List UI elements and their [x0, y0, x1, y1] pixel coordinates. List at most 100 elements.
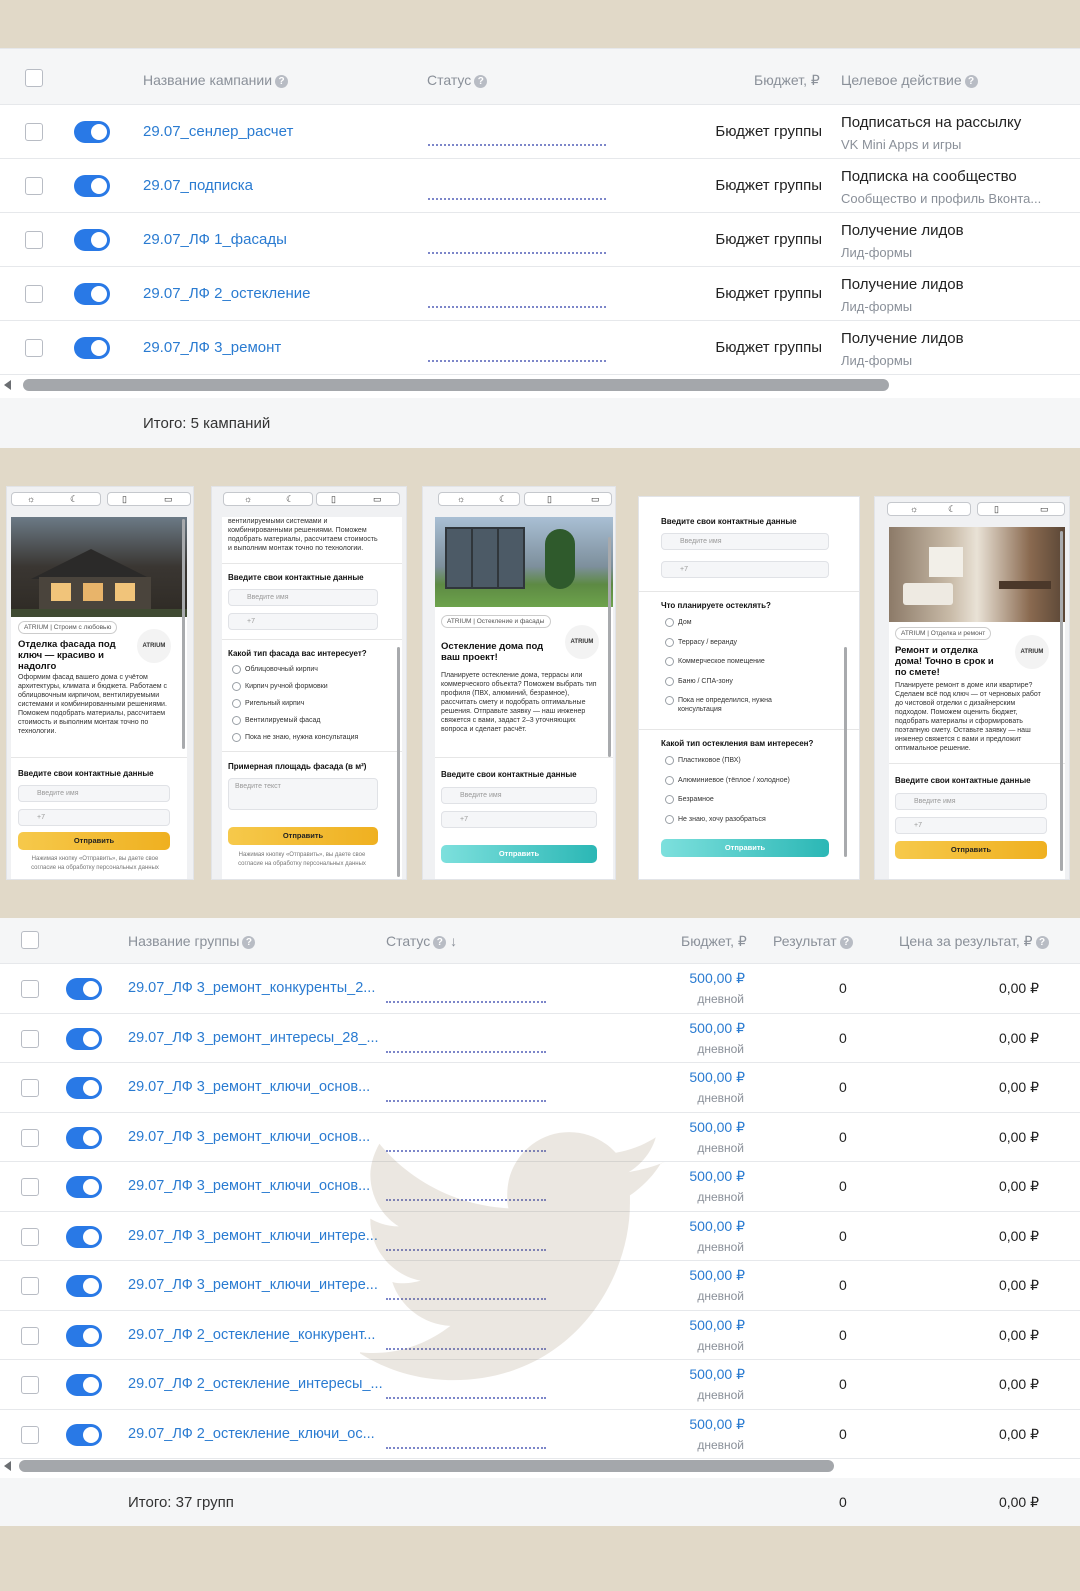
- column-target[interactable]: Целевое действие?: [841, 72, 978, 88]
- scrollbar[interactable]: [844, 647, 847, 857]
- phone-input[interactable]: +7: [895, 817, 1047, 834]
- group-row[interactable]: 29.07_ЛФ 3_ремонт_интересы_28_... 500,00…: [0, 1014, 1080, 1063]
- row-checkbox[interactable]: [25, 285, 43, 303]
- phone-icon[interactable]: ▯: [122, 493, 127, 505]
- group-name-link[interactable]: 29.07_ЛФ 3_ремонт_ключи_интере...: [128, 1277, 378, 1293]
- group-toggle[interactable]: [66, 1275, 102, 1297]
- name-input[interactable]: Введите имя: [18, 785, 170, 802]
- send-button[interactable]: Отправить: [18, 832, 170, 850]
- row-checkbox[interactable]: [21, 1128, 39, 1147]
- help-icon[interactable]: ?: [839, 935, 853, 949]
- phone-input[interactable]: +7: [18, 809, 170, 826]
- group-toggle[interactable]: [66, 1423, 102, 1446]
- column-status[interactable]: Статус?: [427, 72, 488, 88]
- group-name-link[interactable]: 29.07_ЛФ 3_ремонт_интересы_28_...: [128, 1030, 379, 1046]
- glazing-object-option[interactable]: Баню / СПА-зону: [665, 676, 815, 686]
- help-icon[interactable]: ?: [964, 74, 978, 88]
- row-checkbox[interactable]: [21, 1376, 39, 1394]
- group-budget[interactable]: 500,00 ₽: [689, 1069, 745, 1086]
- groups-scroll-track[interactable]: [0, 1458, 1080, 1474]
- campaign-toggle[interactable]: [74, 283, 110, 305]
- help-icon[interactable]: ?: [433, 935, 447, 949]
- help-icon[interactable]: ?: [242, 935, 256, 949]
- glazing-object-option[interactable]: Коммерческое помещение: [665, 657, 815, 666]
- name-input[interactable]: Введите имя: [441, 787, 597, 804]
- campaign-toggle[interactable]: [74, 337, 110, 359]
- area-input[interactable]: Введите текст: [228, 778, 378, 810]
- moon-icon[interactable]: ☾: [948, 503, 956, 515]
- name-input[interactable]: Введите имя: [661, 533, 829, 550]
- group-toggle[interactable]: [66, 1176, 102, 1198]
- campaign-toggle[interactable]: [74, 229, 110, 251]
- groups-scrollbar-thumb[interactable]: [19, 1460, 834, 1472]
- group-toggle[interactable]: [66, 1324, 102, 1347]
- group-budget[interactable]: 500,00 ₽: [689, 1119, 745, 1136]
- campaign-name-link[interactable]: 29.07_ЛФ 1_фасады: [143, 231, 287, 248]
- name-input[interactable]: Введите имя: [228, 589, 378, 606]
- group-toggle[interactable]: [66, 1077, 102, 1099]
- column-name[interactable]: Название группы?: [128, 933, 256, 949]
- group-name-link[interactable]: 29.07_ЛФ 3_ремонт_конкуренты_2...: [128, 980, 375, 996]
- campaign-row[interactable]: 29.07_ЛФ 2_остекление Бюджет группы Полу…: [0, 267, 1080, 321]
- glazing-object-option[interactable]: Террасу / веранду: [665, 637, 815, 647]
- group-name-link[interactable]: 29.07_ЛФ 2_остекление_интересы_...: [128, 1376, 383, 1392]
- campaign-toggle[interactable]: [74, 121, 110, 143]
- help-icon[interactable]: ?: [275, 74, 289, 88]
- group-name-link[interactable]: 29.07_ЛФ 3_ремонт_ключи_основ...: [128, 1129, 370, 1145]
- group-toggle[interactable]: [66, 978, 102, 1000]
- row-checkbox[interactable]: [21, 980, 39, 998]
- scrollbar[interactable]: [182, 519, 185, 749]
- group-budget[interactable]: 500,00 ₽: [689, 970, 745, 987]
- facade-type-option[interactable]: Вентилируемый фасад: [232, 716, 382, 725]
- facade-type-option[interactable]: Облицовочный кирпич: [232, 665, 382, 674]
- name-input[interactable]: Введите имя: [895, 793, 1047, 810]
- group-budget[interactable]: 500,00 ₽: [689, 1218, 745, 1235]
- send-button[interactable]: Отправить: [895, 841, 1047, 859]
- glazing-type-option[interactable]: Алюминиевое (тёплое / холодное): [665, 775, 815, 785]
- phone-icon[interactable]: ▯: [547, 493, 552, 505]
- campaigns-scroll-track[interactable]: [0, 377, 1080, 393]
- group-toggle[interactable]: [66, 1225, 102, 1248]
- campaign-name-link[interactable]: 29.07_подписка: [143, 177, 253, 194]
- group-toggle[interactable]: [66, 1027, 102, 1050]
- facade-type-option[interactable]: Кирпич ручной формовки: [232, 682, 382, 691]
- group-budget[interactable]: 500,00 ₽: [689, 1020, 745, 1037]
- group-name-link[interactable]: 29.07_ЛФ 3_ремонт_ключи_интере...: [128, 1228, 378, 1244]
- group-name-link[interactable]: 29.07_ЛФ 3_ремонт_ключи_основ...: [128, 1079, 370, 1095]
- phone-input[interactable]: +7: [661, 561, 829, 578]
- row-checkbox[interactable]: [21, 1029, 39, 1048]
- phone-input[interactable]: +7: [228, 613, 378, 630]
- row-checkbox[interactable]: [21, 1079, 39, 1097]
- group-budget[interactable]: 500,00 ₽: [689, 1366, 745, 1383]
- row-checkbox[interactable]: [21, 1326, 39, 1345]
- campaign-row[interactable]: 29.07_подписка Бюджет группы Подписка на…: [0, 159, 1080, 213]
- campaigns-scrollbar-thumb[interactable]: [23, 379, 889, 391]
- monitor-icon[interactable]: ▭: [591, 493, 600, 505]
- row-checkbox[interactable]: [25, 123, 43, 141]
- row-checkbox[interactable]: [21, 1227, 39, 1246]
- monitor-icon[interactable]: ▭: [164, 493, 173, 505]
- campaign-row[interactable]: 29.07_ЛФ 1_фасады Бюджет группы Получени…: [0, 213, 1080, 267]
- column-name[interactable]: Название кампании?: [143, 72, 289, 88]
- sun-icon[interactable]: ☼: [457, 493, 465, 505]
- group-budget[interactable]: 500,00 ₽: [689, 1168, 745, 1185]
- group-budget[interactable]: 500,00 ₽: [689, 1317, 745, 1334]
- phone-icon[interactable]: ▯: [994, 503, 999, 515]
- facade-type-option[interactable]: Пока не знаю, нужна консультация: [232, 733, 382, 742]
- phone-input[interactable]: +7: [441, 811, 597, 828]
- column-budget[interactable]: Бюджет, ₽: [681, 933, 747, 950]
- row-checkbox[interactable]: [25, 339, 43, 357]
- help-icon[interactable]: ?: [1035, 935, 1049, 949]
- monitor-icon[interactable]: ▭: [373, 493, 382, 505]
- campaign-toggle[interactable]: [74, 175, 110, 197]
- select-all-checkbox[interactable]: [21, 931, 39, 949]
- sun-icon[interactable]: ☼: [910, 503, 918, 515]
- scrollbar[interactable]: [397, 647, 400, 877]
- group-budget[interactable]: 500,00 ₽: [689, 1267, 745, 1284]
- row-checkbox[interactable]: [21, 1277, 39, 1295]
- send-button[interactable]: Отправить: [661, 839, 829, 857]
- group-name-link[interactable]: 29.07_ЛФ 3_ремонт_ключи_основ...: [128, 1178, 370, 1194]
- moon-icon[interactable]: ☾: [286, 493, 294, 505]
- sort-down-icon[interactable]: ↓: [450, 933, 457, 949]
- campaign-name-link[interactable]: 29.07_ЛФ 2_остекление: [143, 285, 311, 302]
